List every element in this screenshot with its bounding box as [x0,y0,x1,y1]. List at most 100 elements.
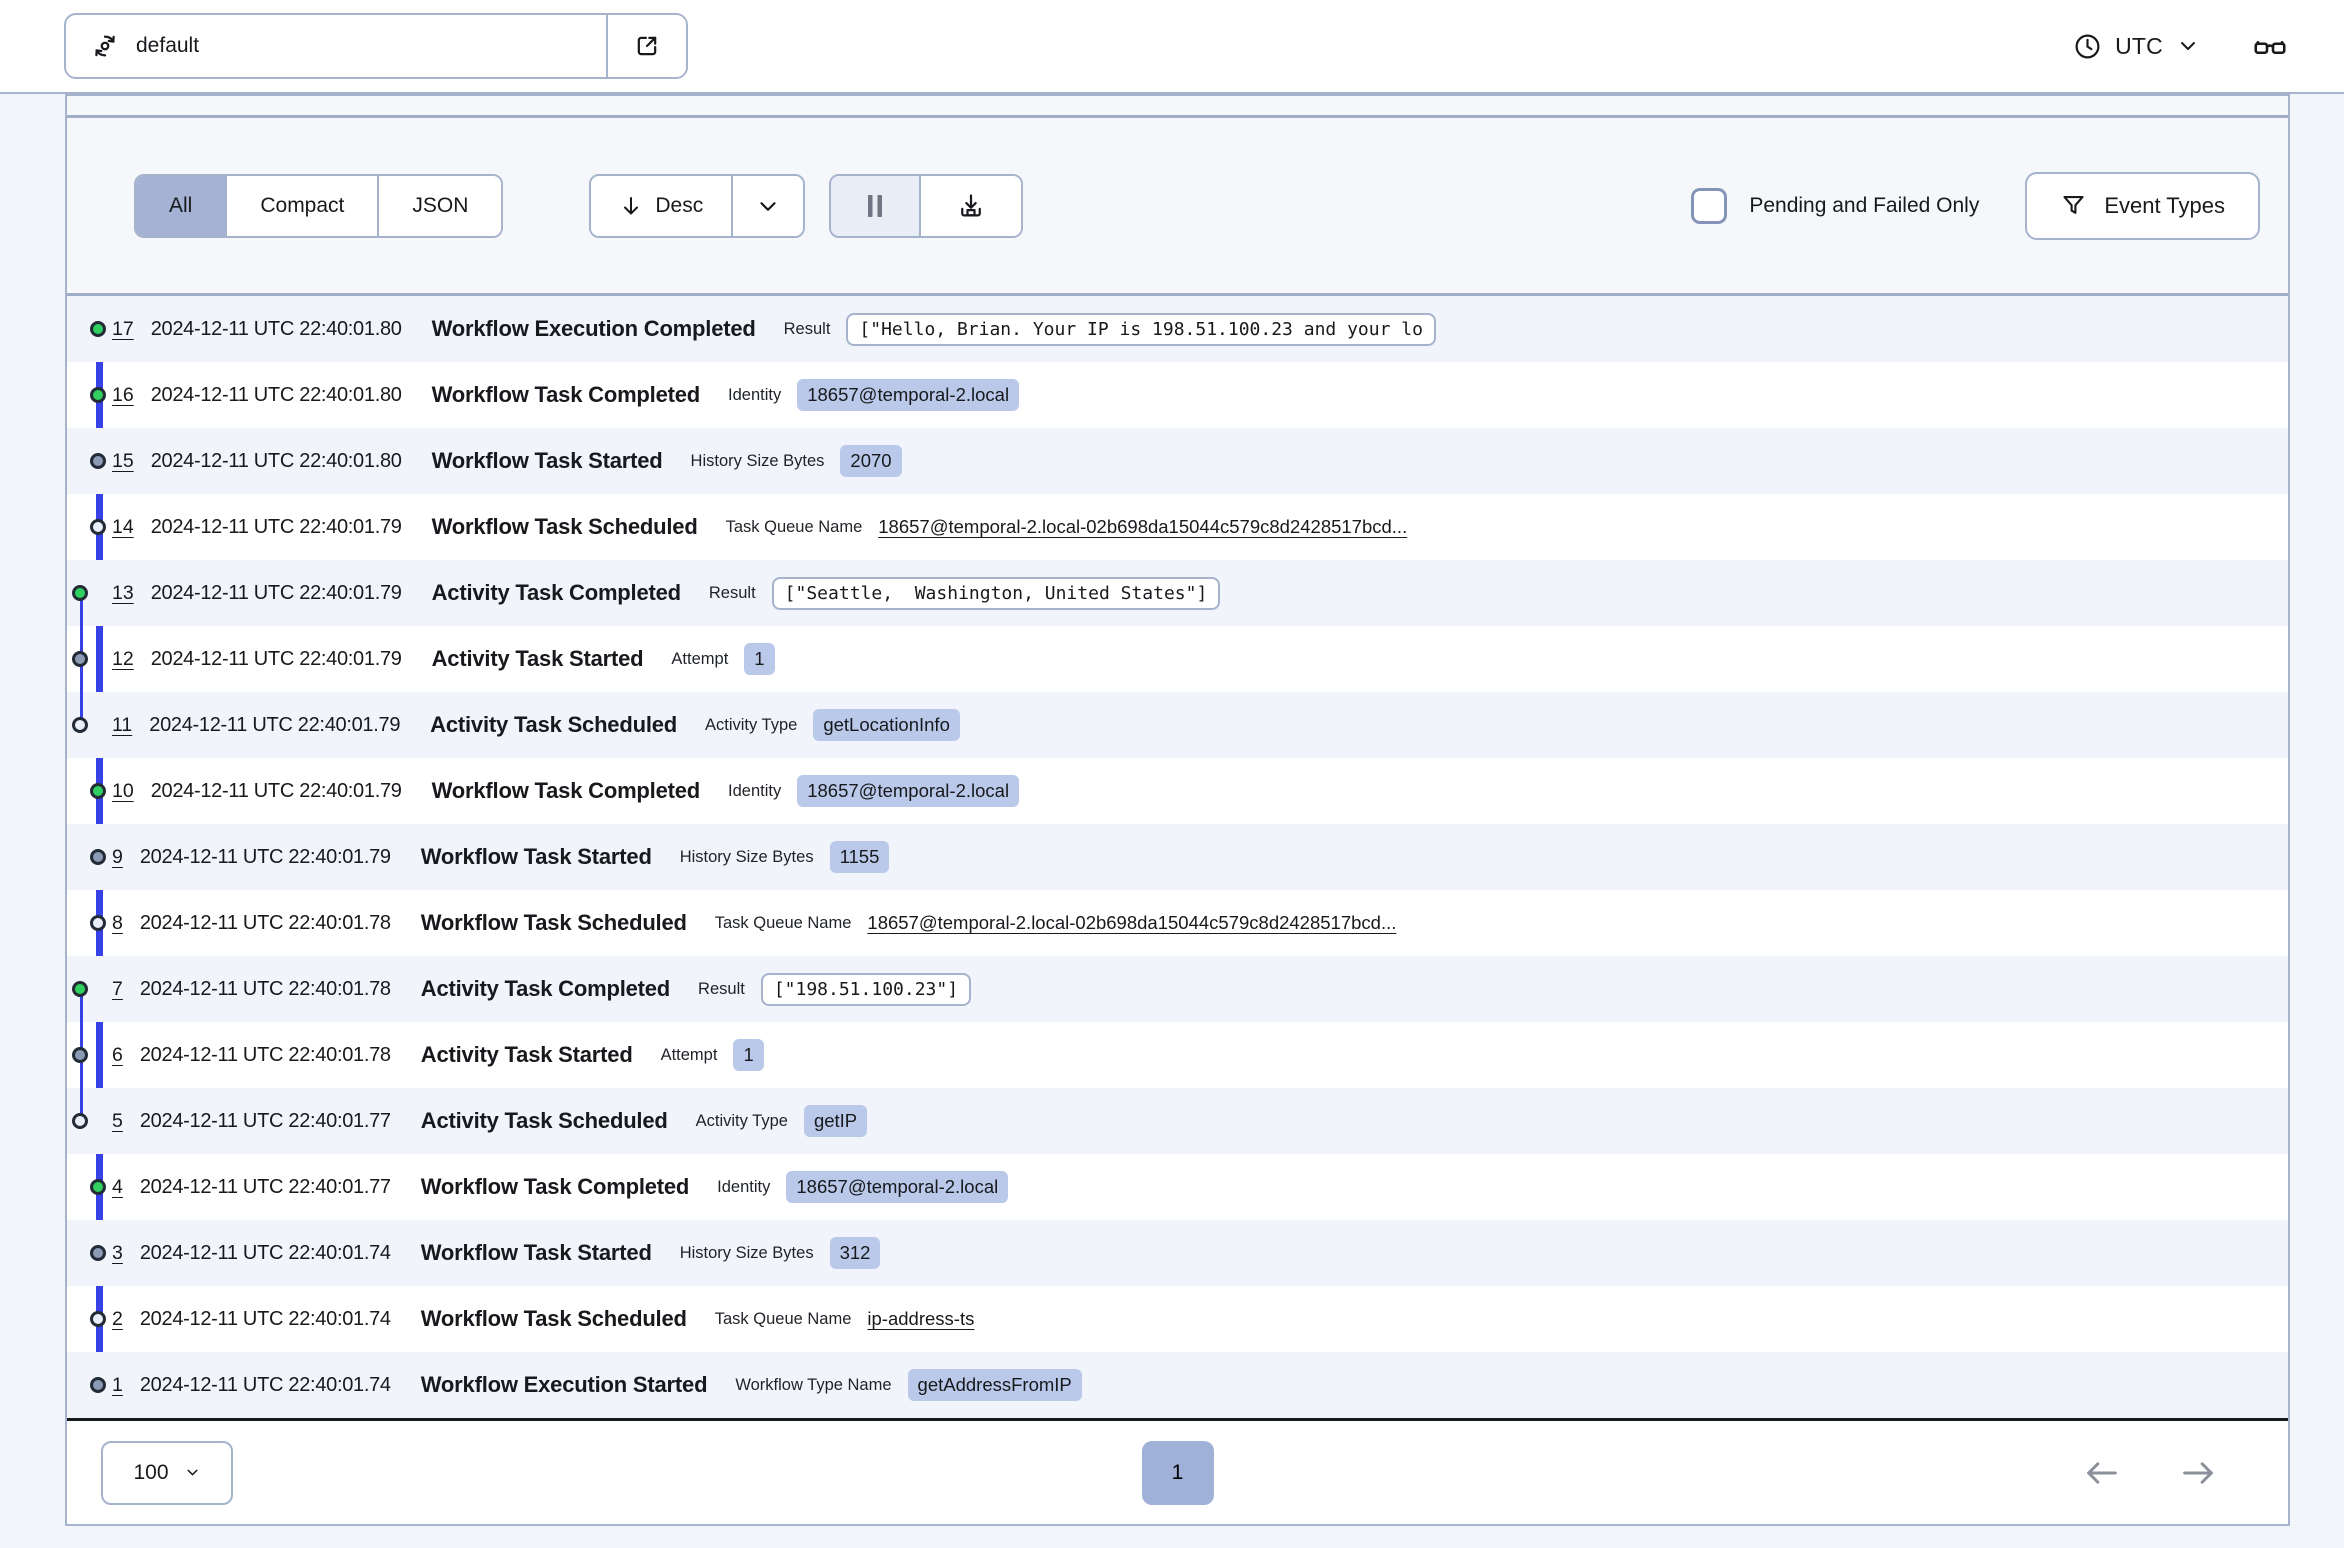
event-id-link[interactable]: 9 [112,846,123,869]
event-id-link[interactable]: 16 [112,384,134,407]
event-row[interactable]: 1 2024-12-11 UTC 22:40:01.74 Workflow Ex… [67,1352,2288,1418]
sort-options-button[interactable] [731,175,804,236]
event-types-label: Event Types [2104,192,2225,218]
event-detail-label: Task Queue Name [725,517,863,536]
event-row[interactable]: 12 2024-12-11 UTC 22:40:01.79 Activity T… [67,626,2288,692]
event-detail-value: 2070 [840,445,902,477]
pending-failed-checkbox[interactable] [1691,187,1728,224]
current-page-button[interactable]: 1 [1141,1440,1214,1505]
tab-all[interactable]: All [136,175,226,236]
event-row[interactable]: 17 2024-12-11 UTC 22:40:01.80 Workflow E… [67,296,2288,362]
tab-compact[interactable]: Compact [225,175,378,236]
event-name: Activity Task Started [420,1042,633,1067]
event-timestamp: 2024-12-11 UTC 22:40:01.79 [150,515,402,538]
event-row[interactable]: 6 2024-12-11 UTC 22:40:01.78 Activity Ta… [67,1022,2288,1088]
tab-json[interactable]: JSON [377,175,502,236]
glasses-icon [2252,28,2288,64]
event-timestamp: 2024-12-11 UTC 22:40:01.80 [150,383,402,406]
event-timestamp: 2024-12-11 UTC 22:40:01.79 [149,713,401,736]
event-row[interactable]: 8 2024-12-11 UTC 22:40:01.78 Workflow Ta… [67,890,2288,956]
event-name: Activity Task Completed [420,976,671,1001]
event-types-filter-button[interactable]: Event Types [2025,171,2260,240]
event-timestamp: 2024-12-11 UTC 22:40:01.78 [139,1043,391,1066]
event-id-link[interactable]: 10 [112,780,134,803]
arrow-left-icon [2082,1453,2122,1493]
open-namespace-button[interactable] [608,15,686,77]
event-id-link[interactable]: 14 [112,516,134,539]
event-detail-value: 1155 [829,841,890,873]
event-status-dot [72,717,88,733]
event-detail-value: getIP [803,1105,868,1137]
event-status-dot [90,321,106,337]
labs-mode-toggle[interactable] [2252,28,2288,64]
chevron-down-icon [184,1464,201,1481]
event-status-dot [90,387,106,403]
view-mode-tabs: All Compact JSON [134,173,504,238]
event-id-link[interactable]: 11 [112,714,132,737]
event-id-link[interactable]: 5 [112,1110,123,1133]
event-status-dot [90,453,106,469]
event-id-link[interactable]: 1 [112,1374,123,1397]
namespace-input[interactable]: default [66,15,606,77]
event-name: Activity Task Completed [431,580,681,605]
event-row[interactable]: 5 2024-12-11 UTC 22:40:01.77 Activity Ta… [67,1088,2288,1154]
download-icon [957,192,985,220]
event-status-dot [90,849,106,865]
event-row[interactable]: 7 2024-12-11 UTC 22:40:01.78 Activity Ta… [67,956,2288,1022]
event-id-link[interactable]: 4 [112,1176,123,1199]
timezone-value: UTC [2115,32,2163,59]
event-id-link[interactable]: 15 [112,450,134,473]
page-size-value: 100 [133,1460,169,1484]
event-row[interactable]: 15 2024-12-11 UTC 22:40:01.80 Workflow T… [67,428,2288,494]
download-button[interactable] [919,175,1022,236]
event-row[interactable]: 13 2024-12-11 UTC 22:40:01.79 Activity T… [67,560,2288,626]
event-detail-value: ["198.51.100.23"] [760,972,972,1006]
event-row[interactable]: 3 2024-12-11 UTC 22:40:01.74 Workflow Ta… [67,1220,2288,1286]
namespace-selector[interactable]: default [64,13,688,79]
page-size-select[interactable]: 100 [101,1440,233,1505]
timezone-dropdown[interactable]: UTC [2073,32,2200,61]
event-row[interactable]: 14 2024-12-11 UTC 22:40:01.79 Workflow T… [67,494,2288,560]
event-detail-value[interactable]: ip-address-ts [867,1308,974,1330]
event-timestamp: 2024-12-11 UTC 22:40:01.79 [150,581,402,604]
clock-icon [2073,32,2102,61]
previous-page-button[interactable] [2082,1453,2122,1493]
event-row[interactable]: 9 2024-12-11 UTC 22:40:01.79 Workflow Ta… [67,824,2288,890]
event-row[interactable]: 2 2024-12-11 UTC 22:40:01.74 Workflow Ta… [67,1286,2288,1352]
event-status-dot [90,1245,106,1261]
event-detail-label: Task Queue Name [714,913,852,932]
event-id-link[interactable]: 13 [112,582,134,605]
pause-button[interactable] [831,175,920,236]
pagination-arrows [2082,1453,2218,1493]
event-name: Workflow Execution Started [420,1372,708,1397]
event-row[interactable]: 10 2024-12-11 UTC 22:40:01.79 Workflow T… [67,758,2288,824]
event-row[interactable]: 16 2024-12-11 UTC 22:40:01.80 Workflow T… [67,362,2288,428]
event-status-dot [90,915,106,931]
sort-desc-button[interactable]: Desc [591,175,732,236]
event-history-panel: All Compact JSON Desc Pending and Failed… [65,94,2290,1526]
event-detail-value[interactable]: 18657@temporal-2.local-02b698da15044c579… [867,912,1396,934]
pause-icon [863,192,887,220]
event-timestamp: 2024-12-11 UTC 22:40:01.79 [139,845,391,868]
event-status-dot [90,1179,106,1195]
external-link-icon [633,32,661,60]
toolbar-right: Pending and Failed Only Event Types [1691,171,2260,240]
event-name: Workflow Task Started [420,1240,652,1265]
event-detail-value[interactable]: 18657@temporal-2.local-02b698da15044c579… [878,516,1407,538]
event-row[interactable]: 4 2024-12-11 UTC 22:40:01.77 Workflow Ta… [67,1154,2288,1220]
event-id-link[interactable]: 17 [112,318,134,341]
event-id-link[interactable]: 2 [112,1308,123,1331]
event-id-link[interactable]: 8 [112,912,123,935]
event-row[interactable]: 11 2024-12-11 UTC 22:40:01.79 Activity T… [67,692,2288,758]
event-status-dot [90,519,106,535]
event-name: Workflow Execution Completed [431,316,756,341]
event-id-link[interactable]: 3 [112,1242,123,1265]
next-page-button[interactable] [2178,1453,2218,1493]
event-detail-value: 18657@temporal-2.local [797,775,1020,807]
event-name: Workflow Task Started [431,448,663,473]
pending-failed-filter[interactable]: Pending and Failed Only [1691,187,1979,224]
event-id-link[interactable]: 12 [112,648,134,671]
event-detail-value: ["Hello, Brian. Your IP is 198.51.100.23… [846,312,1436,346]
event-id-link[interactable]: 7 [112,978,123,1001]
event-id-link[interactable]: 6 [112,1044,123,1067]
